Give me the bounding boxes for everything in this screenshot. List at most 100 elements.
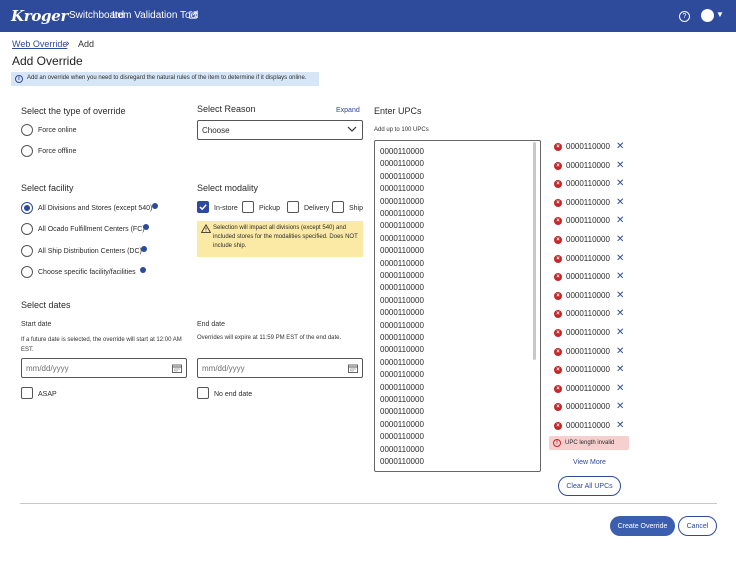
error-icon: × <box>554 217 562 226</box>
expand-link[interactable]: Expand <box>336 107 360 114</box>
upc-chip-value: 0000110000 <box>566 272 610 282</box>
checkbox-in-store[interactable] <box>197 201 209 213</box>
error-icon: × <box>554 347 562 356</box>
close-icon[interactable]: ✕ <box>616 141 624 152</box>
create-override-button[interactable]: Create Override <box>610 516 675 536</box>
modality-label: Delivery <box>304 205 330 212</box>
upc-error-banner: ! UPC length invalid <box>549 436 629 450</box>
upc-scrollbar[interactable] <box>533 142 536 360</box>
reason-select[interactable]: Choose <box>197 120 363 140</box>
calendar-icon[interactable] <box>172 364 182 373</box>
radio-button[interactable] <box>21 145 33 157</box>
breadcrumb-current: Add <box>78 39 95 49</box>
upc-textarea[interactable]: 0000110000 0000110000 0000110000 0000110000… <box>374 140 541 472</box>
radio-button[interactable] <box>21 245 33 257</box>
start-date-input[interactable]: mm/dd/yyyy <box>21 358 187 378</box>
close-icon[interactable]: ✕ <box>616 253 624 264</box>
upc-line: 0000110000 <box>380 457 424 466</box>
checkbox-asap[interactable] <box>21 387 33 399</box>
upc-line: 0000110000 <box>380 382 424 392</box>
info-icon[interactable] <box>143 224 149 230</box>
upc-chip-value: 0000110000 <box>566 290 610 300</box>
upc-line: 0000110000 <box>380 357 424 367</box>
upc-title: Enter UPCs <box>374 106 422 116</box>
info-icon[interactable] <box>141 246 147 252</box>
divider <box>20 503 717 504</box>
error-icon: × <box>554 180 562 189</box>
close-icon[interactable]: ✕ <box>616 420 624 431</box>
close-icon[interactable]: ✕ <box>616 364 624 375</box>
external-link-icon[interactable] <box>189 11 197 19</box>
close-icon[interactable]: ✕ <box>616 197 624 208</box>
upc-line: 0000110000 <box>380 147 424 156</box>
close-icon[interactable]: ✕ <box>616 215 624 226</box>
radio-button[interactable] <box>21 124 33 136</box>
clear-all-upcs-button[interactable]: Clear All UPCs <box>558 476 621 496</box>
upc-chip-value: 0000110000 <box>566 421 610 430</box>
kroger-logo[interactable]: Kroger <box>11 7 68 25</box>
upc-chip-value: 0000110000 <box>566 142 610 151</box>
close-icon[interactable]: ✕ <box>616 383 624 394</box>
upc-line: 0000110000 <box>380 184 424 194</box>
upc-line: 0000110000 <box>380 444 424 454</box>
upc-chip-value: 0000110000 <box>566 235 610 244</box>
checkbox-pickup[interactable] <box>242 201 254 213</box>
modality-warning: Selection will impact all divisions (exc… <box>197 221 363 257</box>
upc-help: Add up to 100 UPCs <box>374 127 429 133</box>
checkbox-ship[interactable] <box>332 201 344 213</box>
upc-line: 0000110000 <box>380 308 424 318</box>
close-icon[interactable]: ✕ <box>616 401 624 412</box>
error-icon: × <box>554 329 562 337</box>
upc-line: 0000110000 <box>380 407 424 417</box>
end-date-placeholder: mm/dd/yyyy <box>202 364 245 373</box>
error-icon: × <box>554 236 562 244</box>
close-icon[interactable]: ✕ <box>616 234 624 245</box>
close-icon[interactable]: ✕ <box>616 346 624 357</box>
info-icon[interactable] <box>152 203 158 209</box>
upc-line: 0000110000 <box>380 233 424 243</box>
upc-chip-value: 0000110000 <box>566 383 610 393</box>
dates-title: Select dates <box>21 300 71 310</box>
info-banner: i Add an override when you need to disre… <box>11 72 319 86</box>
upc-chip-value: 0000110000 <box>566 365 610 375</box>
close-icon[interactable]: ✕ <box>616 290 624 301</box>
upc-chip-value: 0000110000 <box>566 216 610 226</box>
radio-button-selected[interactable] <box>21 202 33 214</box>
modality-label: Ship <box>349 205 364 212</box>
breadcrumb-chevron-icon: › <box>66 38 70 49</box>
radio-label: All Ocado Fulfillment Centers (FC) <box>38 226 145 233</box>
close-icon[interactable]: ✕ <box>616 178 624 189</box>
upc-line: 0000110000 <box>380 320 424 330</box>
avatar[interactable] <box>701 9 714 22</box>
end-date-input[interactable]: mm/dd/yyyy <box>197 358 363 378</box>
chevron-down-icon[interactable]: ▼ <box>716 10 724 19</box>
error-icon: × <box>554 422 562 430</box>
checkbox-no-end-date[interactable] <box>197 387 209 399</box>
help-icon[interactable]: ? <box>679 11 690 22</box>
calendar-icon[interactable] <box>348 364 358 373</box>
close-icon[interactable]: ✕ <box>616 308 624 319</box>
close-icon[interactable]: ✕ <box>616 160 624 171</box>
breadcrumb-web-override[interactable]: Web Override <box>12 39 67 49</box>
page-title: Add Override <box>12 54 83 68</box>
error-icon: × <box>554 254 562 263</box>
checkbox-delivery[interactable] <box>287 201 299 213</box>
radio-label: Force online <box>38 127 77 134</box>
info-icon[interactable] <box>140 267 146 273</box>
upc-line: 0000110000 <box>380 159 424 169</box>
radio-button[interactable] <box>21 223 33 235</box>
view-more-link[interactable]: View More <box>573 459 606 466</box>
cancel-button[interactable]: Cancel <box>678 516 717 536</box>
radio-button[interactable] <box>21 266 33 278</box>
upc-chip-value: 0000110000 <box>566 328 610 337</box>
error-icon: × <box>554 198 562 207</box>
radio-label: Force offline <box>38 148 77 155</box>
upc-chip-value: 0000110000 <box>566 160 610 170</box>
checkmark-icon <box>199 204 207 211</box>
close-icon[interactable]: ✕ <box>616 327 624 338</box>
chevron-down-icon <box>347 126 357 132</box>
start-date-help: If a future date is selected, the overri… <box>21 337 182 353</box>
close-icon[interactable]: ✕ <box>616 271 624 282</box>
radio-label: Choose specific facility/facilities <box>38 269 136 276</box>
nav-item-validation-tool[interactable]: Item Validation Tool <box>112 10 198 21</box>
